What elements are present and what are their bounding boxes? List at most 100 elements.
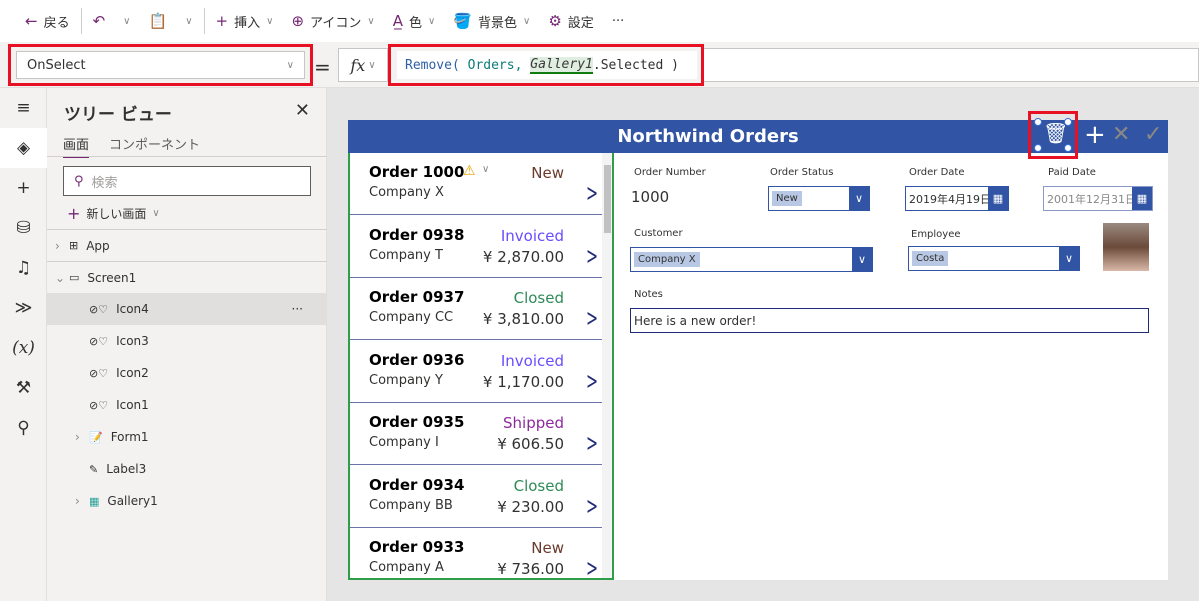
- order-name: Order 0938: [369, 225, 465, 244]
- icons-icon: ⊘♡: [89, 398, 109, 412]
- font-color-icon: A̲: [392, 12, 403, 30]
- formula-input[interactable]: Remove( Orders, Gallery1 .Selected ): [388, 44, 704, 86]
- chevron-right-icon[interactable]: >: [586, 429, 598, 457]
- layers-icon[interactable]: ◈: [0, 128, 47, 168]
- undo-button[interactable]: ↶: [86, 6, 113, 36]
- paste-button[interactable]: 📋: [142, 6, 175, 36]
- gallery-row[interactable]: Order 0934 Company BB Closed ¥ 230.00 >: [350, 466, 604, 528]
- chevron-right-icon[interactable]: >: [586, 242, 598, 270]
- selected-trash-icon[interactable]: 🗑: [1028, 111, 1078, 159]
- company-name: Company T: [369, 247, 443, 263]
- tree-item-screen1[interactable]: ⌄ ▭ Screen1: [47, 261, 327, 293]
- undo-dropdown[interactable]: ∨: [116, 6, 137, 36]
- tree-item-form1[interactable]: › 📝 Form1: [47, 421, 327, 453]
- chevron-down-icon: ∨: [427, 15, 436, 27]
- tree-item-label3[interactable]: ✎ Label3: [47, 453, 327, 485]
- chevron-right-icon[interactable]: >: [586, 367, 598, 395]
- hamburger-icon[interactable]: ≡: [0, 88, 47, 128]
- company-name: Company Y: [369, 372, 443, 388]
- chevron-right-icon: ›: [55, 238, 60, 253]
- panel-title: ツリー ビュー: [64, 105, 172, 125]
- paid-date-picker[interactable]: 2001年12月31日 ▦: [1043, 186, 1153, 211]
- tree-item-icon1[interactable]: ⊘♡ Icon1: [47, 389, 327, 421]
- more-button[interactable]: ···: [605, 6, 631, 36]
- order-name: Order 0936: [369, 350, 465, 369]
- tools-icon[interactable]: ⚒: [0, 368, 47, 408]
- gallery-row[interactable]: Order 0938 Company T Invoiced ¥ 2,870.00 …: [350, 216, 604, 278]
- gallery-row[interactable]: Order 0933 Company A New ¥ 736.00 >: [350, 528, 604, 578]
- gallery-icon: ▦: [89, 494, 100, 508]
- order-name: Order 0937: [369, 288, 465, 306]
- gallery-row[interactable]: Order 1000 ⚠ ∨ Company X New >: [350, 153, 604, 215]
- order-date-picker[interactable]: 2019年4月19日 ▦: [905, 186, 1009, 211]
- calendar-icon: ▦: [988, 187, 1008, 210]
- chevron-down-icon: ∨: [266, 15, 274, 27]
- chevron-down-icon: ⌄: [55, 270, 66, 285]
- gallery-row[interactable]: Order 0935 Company I Shipped ¥ 606.50 >: [350, 403, 604, 465]
- close-icon[interactable]: ✕: [295, 100, 310, 121]
- tree-view-panel: ツリー ビュー ✕ 画面 コンポーネント ⚲ 検索 + 新しい画面 ∨ › ⊞ App ⌄…: [47, 88, 327, 601]
- calendar-icon: ▦: [1132, 187, 1152, 210]
- paste-dropdown[interactable]: ∨: [178, 6, 199, 36]
- icons-icon: ⊘♡: [89, 302, 109, 316]
- icon-button[interactable]: ⊕ アイコン ∨: [284, 6, 381, 36]
- order-number-value: 1000: [631, 188, 670, 206]
- color-button[interactable]: A̲ 色 ∨: [386, 6, 443, 36]
- company-name: Company A: [369, 560, 444, 575]
- notes-input[interactable]: Here is a new order!: [630, 308, 1149, 333]
- tree-item-icon2[interactable]: ⊘♡ Icon2: [47, 357, 327, 389]
- add-icon[interactable]: +: [1084, 120, 1106, 150]
- insert-button[interactable]: + 挿入 ∨: [209, 6, 281, 36]
- database-icon[interactable]: ⛁: [0, 208, 47, 248]
- fill-button[interactable]: 🪣 背景色 ∨: [446, 6, 537, 36]
- settings-button[interactable]: ⚙ 設定: [541, 6, 600, 36]
- tab-components[interactable]: コンポーネント: [109, 134, 200, 153]
- fx-button[interactable]: fx ∨: [338, 48, 388, 82]
- order-date-label: Order Date: [909, 167, 965, 178]
- more-options-button[interactable]: ···: [292, 302, 303, 316]
- order-status: New: [531, 164, 564, 182]
- chevron-right-icon[interactable]: >: [586, 492, 598, 520]
- chevron-down-icon: ∨: [482, 164, 490, 175]
- company-name: Company CC: [369, 310, 454, 325]
- gallery-row[interactable]: Order 0937 Company CC Closed ¥ 3,810.00 >: [350, 278, 604, 340]
- order-name: Order 1000: [369, 163, 465, 181]
- media-icon[interactable]: ♫: [0, 248, 47, 288]
- search-input[interactable]: ⚲ 検索: [63, 166, 311, 196]
- orders-gallery[interactable]: Order 1000 ⚠ ∨ Company X New > Order 0938 Com…: [348, 153, 614, 580]
- order-number-label: Order Number: [634, 167, 706, 178]
- tree-item-icon4[interactable]: ⊘♡ Icon4 ···: [47, 293, 327, 325]
- employee-dropdown[interactable]: Costa ∨: [908, 246, 1080, 271]
- chevron-right-icon[interactable]: >: [586, 179, 598, 207]
- tab-screens[interactable]: 画面: [63, 134, 90, 158]
- order-status: Closed: [513, 289, 564, 307]
- customer-dropdown[interactable]: Company X ∨: [630, 247, 873, 272]
- back-button[interactable]: ← 戻る: [18, 6, 77, 36]
- property-selector[interactable]: OnSelect ∨: [8, 44, 313, 86]
- order-status-dropdown[interactable]: New ∨: [768, 186, 870, 211]
- cancel-icon[interactable]: ✕: [1112, 122, 1130, 147]
- power-automate-icon[interactable]: ≫: [0, 288, 47, 328]
- tree-item-icon3[interactable]: ⊘♡ Icon3: [47, 325, 327, 357]
- tree-item-app[interactable]: › ⊞ App: [47, 229, 327, 261]
- paid-date-label: Paid Date: [1048, 167, 1096, 178]
- new-screen-button[interactable]: + 新しい画面 ∨: [67, 204, 160, 223]
- plus-icon[interactable]: +: [0, 168, 47, 208]
- scrollbar[interactable]: [602, 153, 612, 578]
- arrow-left-icon: ←: [25, 12, 38, 30]
- chevron-right-icon[interactable]: >: [586, 554, 598, 578]
- form-icon: 📝: [89, 430, 103, 444]
- formula-input-extension[interactable]: [704, 48, 1199, 82]
- company-name: Company I: [369, 435, 439, 450]
- chevron-down-icon: ∨: [152, 208, 160, 219]
- tree-item-gallery1[interactable]: › ▦ Gallery1: [47, 485, 327, 517]
- chevron-right-icon: ›: [75, 430, 80, 444]
- chevron-right-icon[interactable]: >: [586, 304, 598, 332]
- gallery-row[interactable]: Order 0936 Company Y Invoiced ¥ 1,170.00 …: [350, 341, 604, 403]
- add-circle-icon: ⊕: [291, 12, 305, 30]
- variables-icon[interactable]: (x): [0, 328, 47, 368]
- check-icon[interactable]: ✓: [1144, 122, 1162, 147]
- search-icon[interactable]: ⚲: [0, 408, 47, 448]
- order-name: Order 0933: [369, 538, 465, 556]
- employee-label: Employee: [911, 229, 961, 240]
